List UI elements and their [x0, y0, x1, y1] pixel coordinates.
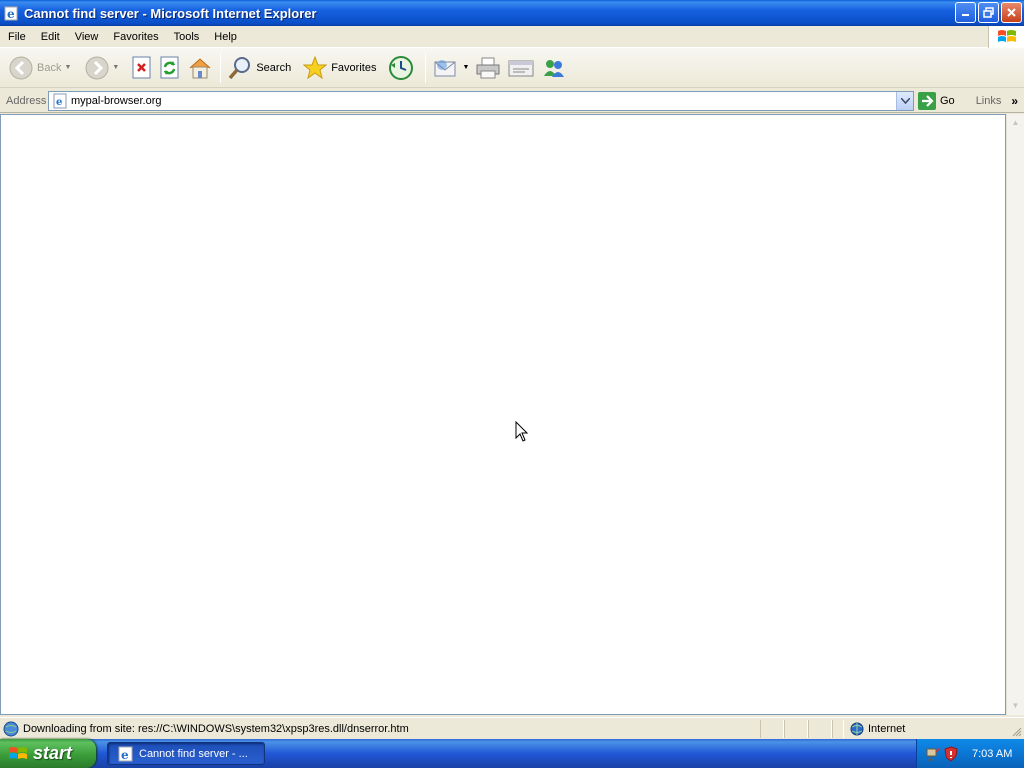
- windows-flag-icon: [997, 30, 1016, 42]
- status-pane: [784, 719, 808, 738]
- mail-icon: [434, 59, 456, 76]
- clock[interactable]: 7:03 AM: [972, 748, 1012, 760]
- security-shield-icon[interactable]: [944, 745, 958, 762]
- address-field[interactable]: e: [48, 90, 914, 111]
- ie-window: e Cannot find server - Microsoft Interne…: [0, 0, 1024, 739]
- loading-globe-icon: [3, 721, 19, 736]
- menu-help[interactable]: Help: [206, 31, 244, 43]
- stop-icon: [132, 56, 151, 78]
- home-icon: [190, 57, 211, 78]
- menu-favorites[interactable]: Favorites: [105, 31, 165, 43]
- restore-button[interactable]: [978, 2, 999, 23]
- toolbar-separator: [220, 52, 222, 83]
- address-input[interactable]: [71, 94, 891, 107]
- taskbar-window-label: Cannot find server - ...: [139, 747, 248, 760]
- address-bar: Address e Go Links »: [0, 89, 1024, 113]
- svg-text:e: e: [121, 748, 129, 762]
- go-arrow-icon: [918, 91, 936, 110]
- close-icon: [1007, 8, 1016, 17]
- minimize-button[interactable]: [955, 2, 976, 23]
- edit-button[interactable]: [504, 51, 538, 85]
- back-arrow-icon: [9, 56, 33, 79]
- menu-bar: File Edit View Favorites Tools Help: [0, 26, 1024, 48]
- taskbar: start e Cannot find server - ... 7:03 AM: [0, 739, 1024, 768]
- chevron-down-icon: [900, 97, 910, 104]
- status-message: Downloading from site: res://C:\WINDOWS\…: [23, 722, 409, 735]
- windows-logo: [988, 26, 1024, 48]
- go-button[interactable]: Go: [918, 91, 955, 110]
- windows-flag-icon: [9, 746, 27, 759]
- links-toolbar[interactable]: Links »: [976, 94, 1018, 108]
- resize-grip-icon[interactable]: [1010, 725, 1022, 737]
- zone-label: Internet: [868, 722, 906, 735]
- minimize-icon: [962, 14, 969, 16]
- chevron-right-icon[interactable]: »: [1011, 94, 1018, 108]
- restore-icon: [983, 7, 994, 18]
- search-button[interactable]: Search: [225, 51, 294, 85]
- svg-text:e: e: [7, 7, 15, 21]
- forward-dropdown-icon[interactable]: ▼: [112, 64, 119, 71]
- favorites-button[interactable]: Favorites: [300, 51, 379, 85]
- menu-file[interactable]: File: [0, 31, 33, 43]
- search-icon: [229, 56, 251, 79]
- refresh-icon: [160, 56, 179, 78]
- back-label: Back: [37, 61, 62, 74]
- address-dropdown-button[interactable]: [896, 91, 913, 110]
- status-bar: Downloading from site: res://C:\WINDOWS\…: [0, 717, 1024, 739]
- taskbar-window-button[interactable]: e Cannot find server - ...: [107, 742, 265, 765]
- start-label: start: [33, 743, 73, 763]
- menu-edit[interactable]: Edit: [33, 31, 67, 43]
- status-pane: [808, 719, 832, 738]
- printer-icon: [476, 57, 500, 78]
- system-tray: 7:03 AM: [916, 739, 1024, 768]
- forward-button[interactable]: ▼: [82, 51, 122, 85]
- start-button[interactable]: start: [0, 739, 96, 768]
- mail-dropdown-icon[interactable]: ▼: [462, 64, 469, 71]
- internet-explorer-icon: e: [4, 6, 18, 21]
- address-label: Address: [6, 94, 47, 107]
- history-icon: [389, 55, 414, 80]
- stop-button[interactable]: [128, 51, 156, 85]
- status-pane: [760, 719, 784, 738]
- home-button[interactable]: [184, 51, 216, 85]
- back-button[interactable]: Back ▼: [6, 51, 74, 85]
- title-bar[interactable]: e Cannot find server - Microsoft Interne…: [0, 0, 1024, 26]
- menu-view[interactable]: View: [67, 31, 106, 43]
- svg-text:e: e: [56, 97, 62, 108]
- print-button[interactable]: [472, 51, 504, 85]
- page-content[interactable]: [0, 114, 1006, 715]
- scroll-down-icon[interactable]: ▼: [1010, 701, 1021, 711]
- close-button[interactable]: [1001, 2, 1022, 23]
- security-zone[interactable]: Internet: [850, 722, 905, 736]
- refresh-button[interactable]: [156, 51, 184, 85]
- forward-arrow-icon: [85, 56, 109, 79]
- scroll-up-icon[interactable]: ▲: [1010, 118, 1021, 128]
- edit-page-icon: [508, 60, 534, 76]
- toolbar-separator: [425, 52, 427, 83]
- links-label: Links: [975, 94, 1002, 107]
- mail-button[interactable]: ▼: [430, 51, 472, 85]
- window-title: Cannot find server - Microsoft Internet …: [24, 5, 317, 21]
- history-button[interactable]: [385, 51, 417, 85]
- standard-toolbar: Back ▼ ▼ Search Favorites ▼: [0, 48, 1024, 88]
- messenger-button[interactable]: [538, 51, 570, 85]
- go-label: Go: [940, 94, 955, 107]
- mouse-cursor-icon: [515, 421, 529, 442]
- favorites-label: Favorites: [331, 61, 377, 74]
- status-pane: [832, 719, 844, 738]
- search-label: Search: [256, 61, 292, 74]
- star-icon: [303, 55, 328, 79]
- page-icon: e: [53, 93, 67, 108]
- messenger-icon: [544, 59, 565, 77]
- vertical-scrollbar[interactable]: ▲ ▼: [1006, 114, 1024, 715]
- back-dropdown-icon[interactable]: ▼: [64, 64, 71, 71]
- internet-explorer-icon: e: [118, 746, 133, 762]
- internet-globe-icon: [850, 722, 864, 735]
- network-icon[interactable]: [925, 746, 941, 762]
- menu-tools[interactable]: Tools: [166, 31, 207, 43]
